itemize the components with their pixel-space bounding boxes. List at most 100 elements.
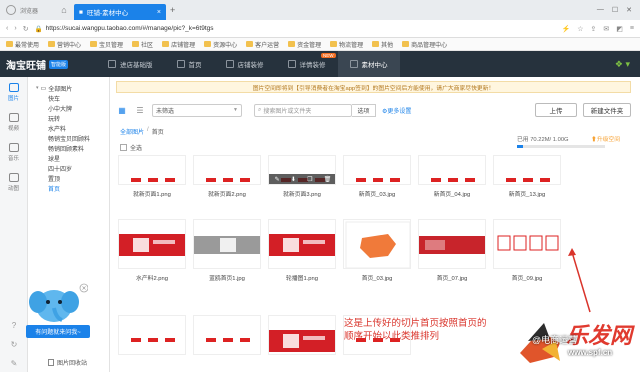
tree-root[interactable]: ▾ ▭ 全部图片	[28, 83, 109, 93]
image-card[interactable]: 就新页面1.png	[118, 155, 186, 198]
edit-icon[interactable]: ✎	[11, 359, 18, 368]
bookmark-item[interactable]: 店铺管理	[162, 40, 195, 49]
tab-close-icon[interactable]: ×	[157, 9, 161, 16]
share-icon[interactable]: ⇪	[591, 25, 597, 33]
image-thumbnail[interactable]	[268, 219, 336, 269]
more-settings-link[interactable]: ⚙更多设置	[382, 106, 411, 115]
bookmark-item[interactable]: 资源中心	[204, 40, 237, 49]
image-card[interactable]: 水产料2.png	[118, 219, 186, 282]
tree-folder[interactable]: 畅销回顾素料	[28, 143, 109, 153]
image-thumbnail[interactable]	[118, 315, 186, 355]
nav-item[interactable]: 首页	[165, 51, 214, 77]
rail-item[interactable]: 动图	[0, 167, 27, 197]
recycle-bin[interactable]: 图片回收站	[48, 358, 87, 367]
tree-folder[interactable]: 球星	[28, 153, 109, 163]
help-tip[interactable]: 有问题就来问我~	[26, 325, 90, 338]
tree-folder[interactable]: 四十四岁	[28, 163, 109, 173]
extension-icon[interactable]: ◩	[616, 25, 623, 33]
tab-active[interactable]: ■ 旺铺-素材中心 ×	[74, 4, 166, 20]
image-thumbnail[interactable]	[193, 315, 261, 355]
image-card[interactable]: 蓝鸥首页1.jpg	[193, 219, 261, 282]
image-thumbnail[interactable]	[193, 155, 261, 185]
image-card[interactable]: 新首页_13.jpg	[493, 155, 561, 198]
tree-folder[interactable]: 快车	[28, 93, 109, 103]
new-folder-button[interactable]: 新建文件夹	[583, 103, 631, 117]
url-field[interactable]: 🔒 https://sucai.wangpu.taobao.com/#/mana…	[35, 23, 556, 35]
delete-icon[interactable]: 🗑	[324, 176, 332, 183]
image-thumbnail[interactable]	[418, 219, 486, 269]
list-view-icon[interactable]: ☰	[134, 104, 146, 116]
image-thumbnail[interactable]	[268, 315, 336, 355]
bookmark-item[interactable]: 宝贝管理	[90, 40, 123, 49]
tree-folder[interactable]: 置顶	[28, 173, 109, 183]
select-all-checkbox[interactable]	[120, 144, 127, 151]
tree-folder[interactable]: 首页	[28, 183, 109, 193]
home-icon[interactable]: ⌂	[58, 0, 70, 20]
app-brand[interactable]: 淘宝旺铺 智能版	[0, 57, 96, 72]
image-card[interactable]: 轮播图1.png	[268, 219, 336, 282]
image-card[interactable]	[268, 315, 336, 355]
close-window-icon[interactable]: ✕	[626, 6, 632, 14]
rail-item[interactable]: 音乐	[0, 137, 27, 167]
image-card[interactable]	[118, 315, 186, 355]
select-all[interactable]: 全选	[120, 143, 142, 152]
search-scope-select[interactable]: 选项	[352, 103, 376, 117]
rail-item[interactable]: 视频	[0, 107, 27, 137]
refresh-rail-icon[interactable]: ↻	[11, 340, 18, 349]
help-icon[interactable]: ?	[12, 321, 16, 330]
mail-icon[interactable]: ✉	[603, 25, 609, 33]
tree-folder[interactable]: 畅销宝贝回顾料	[28, 133, 109, 143]
zap-icon[interactable]: ⚡	[562, 25, 571, 33]
image-card[interactable]: ✎ ⬇ ❐ 🗑 就新页面3.png	[268, 155, 336, 198]
image-card[interactable]: 首页_03.jpg	[343, 219, 411, 282]
bookmark-item[interactable]: 商品管理中心	[402, 40, 447, 49]
search-input[interactable]: ⌕ 搜索图片或文件夹	[254, 103, 352, 117]
image-thumbnail[interactable]	[343, 155, 411, 185]
bookmark-item[interactable]: 社区	[132, 40, 153, 49]
image-card[interactable]	[193, 315, 261, 355]
image-thumbnail[interactable]	[418, 155, 486, 185]
image-thumbnail[interactable]	[343, 219, 411, 269]
new-tab-icon[interactable]: +	[170, 5, 175, 15]
image-thumbnail[interactable]: ✎ ⬇ ❐ 🗑	[268, 155, 336, 185]
bookmark-item[interactable]: 最常使用	[6, 40, 39, 49]
image-thumbnail[interactable]	[193, 219, 261, 269]
image-thumbnail[interactable]	[118, 155, 186, 185]
mascot-elephant-icon[interactable]: ×	[26, 282, 88, 330]
maximize-icon[interactable]: ☐	[612, 6, 618, 14]
rail-item[interactable]: 图片	[0, 77, 27, 107]
user-menu-icon[interactable]: ❖ ▾	[615, 59, 640, 70]
edit-icon[interactable]: ✎	[275, 176, 280, 183]
image-card[interactable]: 新首页_04.jpg	[418, 155, 486, 198]
menu-icon[interactable]: ≡	[630, 25, 634, 33]
bookmark-item[interactable]: 其他	[372, 40, 393, 49]
breadcrumb-root[interactable]: 全部图片	[120, 127, 144, 136]
filter-select[interactable]: 未筛选 ▼	[152, 103, 242, 117]
bookmark-item[interactable]: 资金管理	[288, 40, 321, 49]
download-icon[interactable]: ⬇	[291, 176, 296, 183]
tree-folder[interactable]: 小中大牌	[28, 103, 109, 113]
nav-item[interactable]: 详情装修 NEW	[276, 51, 338, 77]
tree-folder[interactable]: 水产料	[28, 123, 109, 133]
refresh-icon[interactable]: ↻	[23, 25, 29, 33]
bookmark-item[interactable]: 客户运营	[246, 40, 279, 49]
collapse-icon[interactable]: ▾	[36, 85, 39, 91]
grid-view-icon[interactable]: ▦	[116, 104, 128, 116]
nav-item[interactable]: 店铺装修	[214, 51, 276, 77]
upload-button[interactable]: 上传	[535, 103, 577, 117]
image-card[interactable]: 新首页_03.jpg	[343, 155, 411, 198]
image-card[interactable]: 就新页面2.png	[193, 155, 261, 198]
bookmark-item[interactable]: 物流管理	[330, 40, 363, 49]
bookmark-item[interactable]: 营销中心	[48, 40, 81, 49]
tree-folder[interactable]: 玩转	[28, 113, 109, 123]
back-icon[interactable]: ‹	[6, 25, 8, 32]
image-card[interactable]: 首页_07.jpg	[418, 219, 486, 282]
upgrade-storage-link[interactable]: ⬆升级空间	[591, 134, 620, 143]
star-icon[interactable]: ☆	[577, 25, 583, 33]
copy-icon[interactable]: ❐	[307, 176, 312, 183]
minimize-icon[interactable]: —	[597, 6, 604, 14]
image-thumbnail[interactable]	[493, 155, 561, 185]
nav-item[interactable]: 进店基础版	[96, 51, 165, 77]
nav-item[interactable]: 素材中心	[337, 51, 400, 77]
forward-icon[interactable]: ›	[14, 25, 16, 32]
